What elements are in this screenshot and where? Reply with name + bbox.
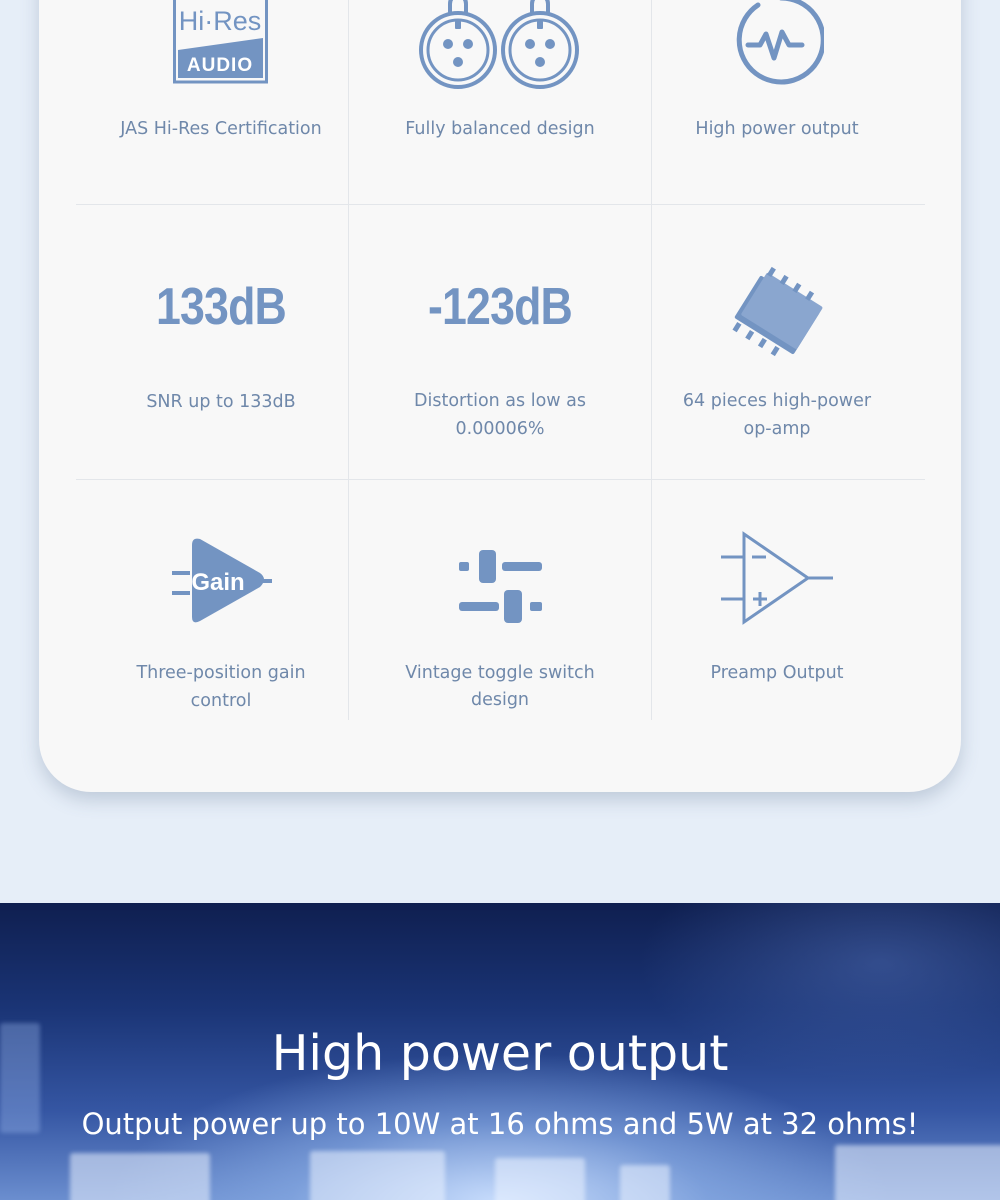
feature-label-line1: Distortion as low as <box>414 391 586 411</box>
background-light <box>310 1151 445 1200</box>
logo-bottom-text: AUDIO <box>187 55 253 76</box>
hero-subtitle: Output power up to 10W at 16 ohms and 5W… <box>81 1107 919 1141</box>
snr-value: 133dB <box>156 278 287 336</box>
grid-divider <box>651 0 652 720</box>
chip-icon <box>732 266 823 357</box>
logo-top-text: Hi·Res <box>179 6 262 36</box>
feature-label-line2: op-amp <box>743 419 811 439</box>
background-light <box>835 1145 1000 1200</box>
background-light <box>495 1158 585 1200</box>
feature-label: JAS Hi-Res Certification <box>120 119 322 139</box>
toggle-switch-icon <box>459 550 542 623</box>
feature-label-line1: 64 pieces high-power <box>682 391 872 411</box>
feature-label: Fully balanced design <box>405 119 595 139</box>
feature-label: Preamp Output <box>710 663 844 683</box>
gain-text: Gain <box>191 569 244 596</box>
op-amp-symbol-icon <box>721 531 833 625</box>
hi-res-audio-logo: Hi·Res AUDIO <box>173 0 268 84</box>
grid-divider <box>76 204 925 205</box>
feature-label-line1: Vintage toggle switch <box>405 663 595 683</box>
feature-label-line2: control <box>190 691 252 711</box>
background-light <box>70 1153 210 1200</box>
feature-label-line2: design <box>470 690 530 710</box>
distortion-value: -123dB <box>428 278 573 336</box>
xlr-connector-icon <box>419 0 579 89</box>
gain-icon: Gain <box>172 538 272 623</box>
feature-label-line1: Three-position gain <box>136 663 306 683</box>
hero-title: High power output <box>271 1025 729 1082</box>
grid-divider <box>76 479 925 480</box>
feature-label: High power output <box>695 119 859 139</box>
power-pulse-icon <box>736 0 824 85</box>
background-light <box>620 1165 670 1200</box>
feature-label: SNR up to 133dB <box>146 392 296 412</box>
grid-divider <box>348 0 349 720</box>
feature-label-line2: 0.00006% <box>455 419 545 439</box>
hero-banner: High power output Output power up to 10W… <box>0 903 1000 1200</box>
